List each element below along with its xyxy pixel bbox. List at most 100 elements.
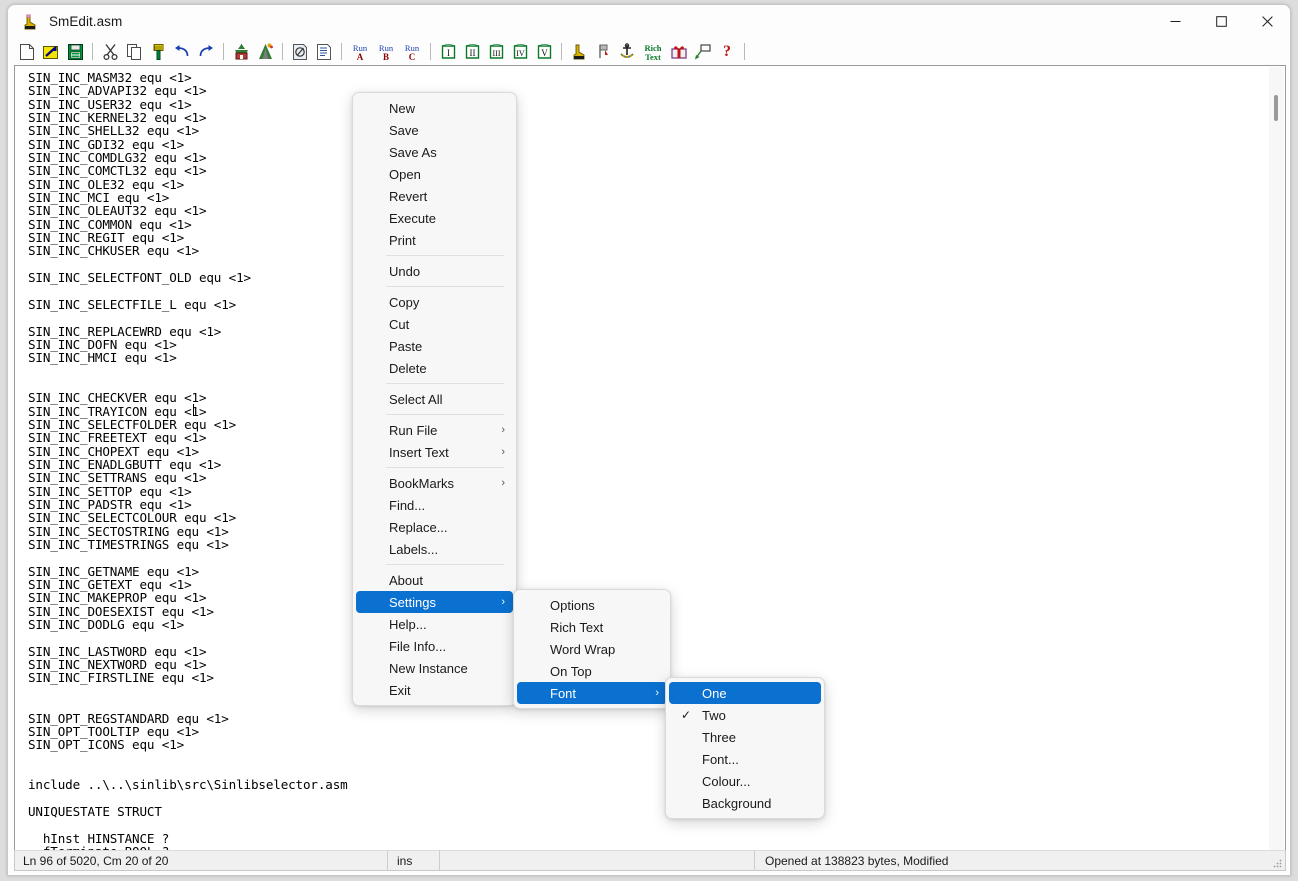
run-a-icon[interactable]: Run A (347, 40, 373, 63)
menu-item-revert[interactable]: Revert (356, 185, 513, 207)
chevron-right-icon: › (501, 445, 505, 458)
open-file-icon[interactable] (39, 40, 63, 63)
bookmark-1-icon[interactable]: I (436, 40, 460, 63)
menu-item-execute[interactable]: Execute (356, 207, 513, 229)
menu-separator (386, 467, 504, 468)
menu-separator (386, 414, 504, 415)
svg-text:II: II (469, 48, 475, 58)
menu-item-exit[interactable]: Exit (356, 679, 513, 701)
maximize-button[interactable] (1198, 5, 1244, 38)
menu-item-help[interactable]: Help... (356, 613, 513, 635)
menu-item-word-wrap[interactable]: Word Wrap (517, 638, 667, 660)
menu-item-save-as[interactable]: Save As (356, 141, 513, 163)
menu-item-replace[interactable]: Replace... (356, 516, 513, 538)
toolbar-separator (744, 43, 745, 60)
menu-item-options[interactable]: Options (517, 594, 667, 616)
editor-content[interactable]: SIN_INC_MASM32 equ <1> SIN_INC_ADVAPI32 … (28, 71, 348, 851)
menu-item-label: Options (550, 597, 595, 613)
menu-item-copy[interactable]: Copy (356, 291, 513, 313)
menu-item-bookmarks[interactable]: BookMarks › (356, 472, 513, 494)
minimize-button[interactable] (1152, 5, 1198, 38)
menu-item-file-info[interactable]: File Info... (356, 635, 513, 657)
new-file-icon[interactable] (15, 40, 39, 63)
toolbar-separator (561, 43, 562, 60)
menu-item-cut[interactable]: Cut (356, 313, 513, 335)
editor-area[interactable]: SIN_INC_MASM32 equ <1> SIN_INC_ADVAPI32 … (14, 65, 1286, 852)
menu-item-undo[interactable]: Undo (356, 260, 513, 282)
menu-item-save[interactable]: Save (356, 119, 513, 141)
flag-icon[interactable] (591, 40, 615, 63)
boot-icon[interactable] (567, 40, 591, 63)
menu-item-label: Find... (389, 497, 426, 513)
menu-item-label: Undo (389, 263, 421, 279)
vertical-scrollbar[interactable] (1269, 67, 1284, 851)
bookmark-5-icon[interactable]: V (532, 40, 556, 63)
menu-separator (386, 383, 504, 384)
menu-item-delete[interactable]: Delete (356, 357, 513, 379)
menu-item-open[interactable]: Open (356, 163, 513, 185)
menu-item-label: Delete (389, 360, 427, 376)
menu-item-background[interactable]: Background (669, 792, 821, 814)
run-b-icon[interactable]: Run B (373, 40, 399, 63)
resize-grip-icon[interactable] (1272, 857, 1282, 868)
undo-icon[interactable] (170, 40, 194, 63)
menu-item-settings[interactable]: Settings › (356, 591, 513, 613)
cut-icon[interactable] (98, 40, 122, 63)
save-file-icon[interactable] (63, 40, 87, 63)
rich-text-icon[interactable]: Rich Text (639, 40, 667, 63)
main-window: SmEdit.asm Run A Run B Run C I II III IV… (7, 4, 1291, 876)
menu-item-label: Two (702, 707, 726, 723)
context-menu-font: One ✓ Two Three Font... Colour... Background (665, 677, 825, 819)
assemble-icon[interactable] (253, 40, 277, 63)
status-cursor-position: Ln 96 of 5020, Cm 20 of 20 (23, 853, 169, 868)
menu-separator (386, 286, 504, 287)
menu-item-new-instance[interactable]: New Instance (356, 657, 513, 679)
menu-item-new[interactable]: New (356, 97, 513, 119)
menu-item-label: Replace... (389, 519, 448, 535)
menu-item-about[interactable]: About (356, 569, 513, 591)
redo-icon[interactable] (194, 40, 218, 63)
menu-separator (386, 564, 504, 565)
menu-item-label: Rich Text (550, 619, 604, 635)
bookmark-4-icon[interactable]: IV (508, 40, 532, 63)
build-icon[interactable] (229, 40, 253, 63)
menu-item-insert-text[interactable]: Insert Text › (356, 441, 513, 463)
bookmark-2-icon[interactable]: II (460, 40, 484, 63)
anchor-icon[interactable] (615, 40, 639, 63)
paste-icon[interactable] (146, 40, 170, 63)
copy-icon[interactable] (122, 40, 146, 63)
menu-item-on-top[interactable]: On Top (517, 660, 667, 682)
context-menu-settings: Options Rich Text Word Wrap On Top Font › (513, 589, 671, 709)
gift-icon[interactable] (667, 40, 691, 63)
menu-item-label: Labels... (389, 541, 439, 557)
menu-item-font[interactable]: Font › (517, 682, 667, 704)
menu-separator (386, 255, 504, 256)
vertical-scrollbar-thumb[interactable] (1274, 95, 1278, 121)
menu-item-two[interactable]: ✓ Two (669, 704, 821, 726)
menu-item-label: Three (702, 729, 736, 745)
bookmark-3-icon[interactable]: III (484, 40, 508, 63)
menu-item-colour[interactable]: Colour... (669, 770, 821, 792)
menu-item-three[interactable]: Three (669, 726, 821, 748)
menu-item-rich-text[interactable]: Rich Text (517, 616, 667, 638)
menu-item-paste[interactable]: Paste (356, 335, 513, 357)
menu-item-select-all[interactable]: Select All (356, 388, 513, 410)
document-icon[interactable] (312, 40, 336, 63)
menu-item-font[interactable]: Font... (669, 748, 821, 770)
close-button[interactable] (1244, 5, 1290, 38)
help-icon[interactable]: ? (715, 40, 739, 63)
menu-item-print[interactable]: Print (356, 229, 513, 251)
menu-item-labels[interactable]: Labels... (356, 538, 513, 560)
select-icon[interactable] (691, 40, 715, 63)
toolbar-separator (282, 43, 283, 60)
window-title: SmEdit.asm (49, 14, 123, 29)
menu-item-one[interactable]: One (669, 682, 821, 704)
menu-item-label: Revert (389, 188, 428, 204)
menu-item-label: New Instance (389, 660, 468, 676)
preview-icon[interactable] (288, 40, 312, 63)
menu-item-run-file[interactable]: Run File › (356, 419, 513, 441)
svg-text:III: III (492, 49, 500, 58)
menu-item-label: Select All (389, 391, 443, 407)
run-c-icon[interactable]: Run C (399, 40, 425, 63)
menu-item-find[interactable]: Find... (356, 494, 513, 516)
